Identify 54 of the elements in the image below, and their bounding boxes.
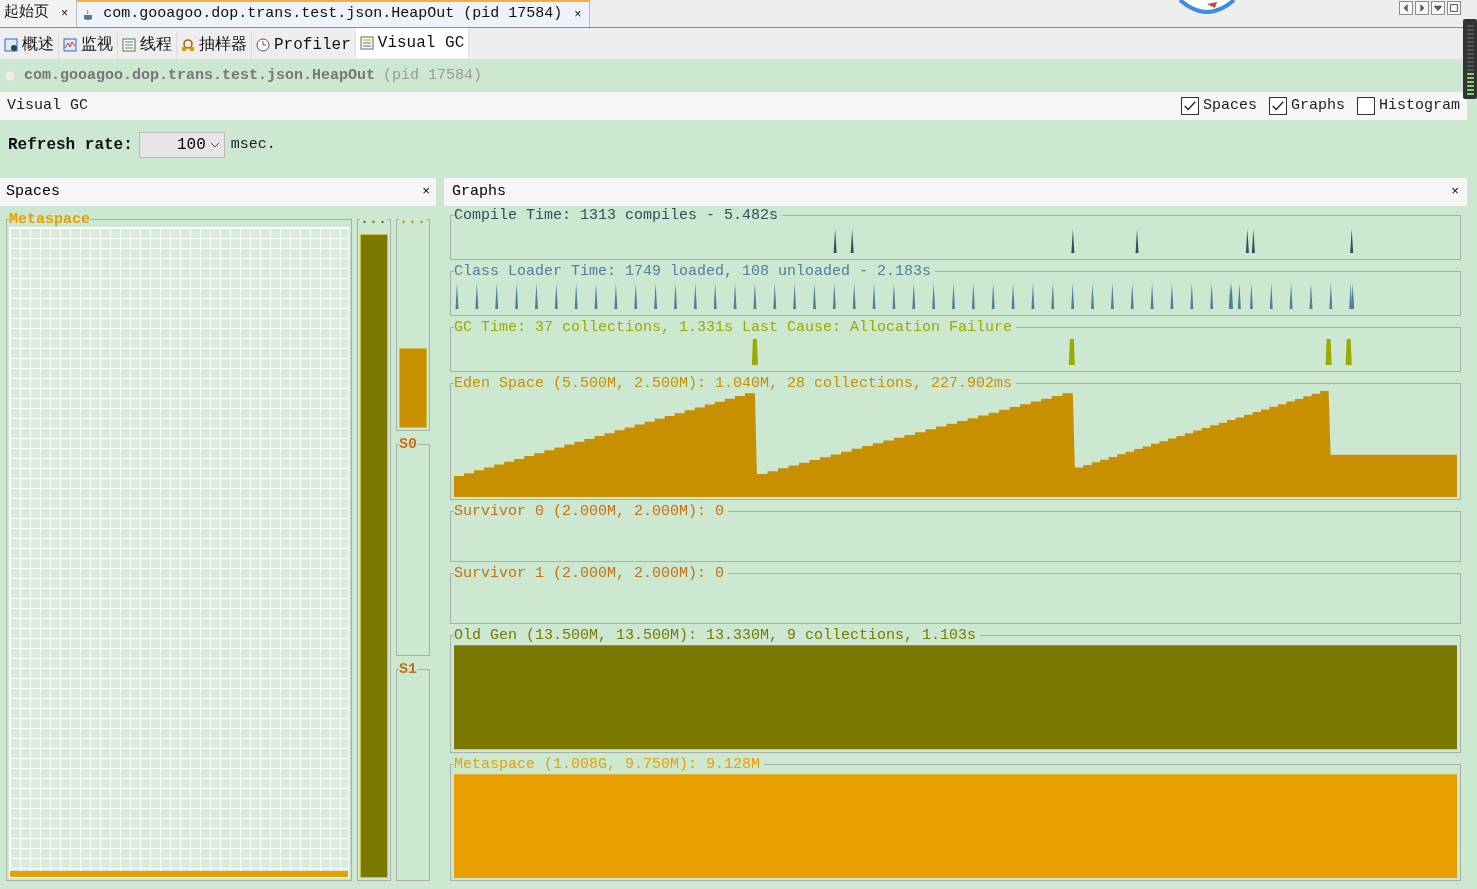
graph-title: Survivor 1 (2.000M, 2.000M): 0 [454,566,726,582]
dropdown-icon[interactable] [1431,1,1445,15]
option-checkbox[interactable]: Histogram [1357,94,1460,118]
close-icon[interactable]: × [570,5,586,24]
refresh-rate-select[interactable]: 100 [138,132,225,158]
check-icon [1182,99,1197,113]
space-label: S0 [399,437,417,452]
view-tab[interactable]: 抽样器 [177,31,252,59]
close-icon[interactable]: × [422,182,430,202]
status-circle-icon [4,70,16,82]
close-icon[interactable]: × [57,4,73,23]
view-tab[interactable]: Profiler [252,31,356,59]
tab-label: com.gooagoo.dop.trans.test.json.HeapOut (pid 17584) [103,4,563,25]
graph-title: Metaspace (1.008G, 9.750M): 9.128M [454,756,762,772]
refresh-rate-label: Refresh rate: [8,135,133,156]
view-tab[interactable]: 线程 [118,31,177,59]
graph-title: GC Time: 37 collections, 1.331s Last Cause: Allocation Failure [454,320,1014,335]
close-icon[interactable]: × [1451,182,1459,202]
scroll-right-icon[interactable] [1415,1,1429,15]
info-icon [4,38,18,52]
panel-title: Graphs [452,181,506,202]
document-tab[interactable]: com.gooagoo.dop.trans.test.json.HeapOut (pid 17584) × [77,0,591,27]
graph-title: Survivor 0 (2.000M, 2.000M): 0 [454,504,726,520]
option-checkbox[interactable]: Spaces [1180,94,1257,118]
memory-meter-icon [1463,16,1477,102]
space-label: ... [399,212,426,227]
toolbar-title: Visual GC [7,95,88,116]
option-checkbox[interactable]: Graphs [1268,94,1345,118]
view-tab[interactable]: 概述 [0,31,59,59]
check-icon [1270,99,1285,113]
graph-title: Eden Space (5.500M, 2.500M): 1.040M, 28 collections, 227.902ms [454,376,1014,391]
list-icon [122,38,136,52]
clock-icon [256,38,270,52]
process-name: com.gooagoo.dop.trans.test.json.HeapOut [24,65,376,86]
view-tab[interactable]: 监视 [59,31,118,59]
space-label: ... [360,212,387,227]
chevron-down-icon [209,140,220,150]
graph-title: Old Gen (13.500M, 13.500M): 13.330M, 9 collections, 1.103s [454,628,978,644]
graph-title: Class Loader Time: 1749 loaded, 108 unloaded - 2.183s [454,264,933,279]
scroll-left-icon[interactable] [1399,1,1413,15]
chart-list-icon [359,36,374,50]
logo-icon [1176,0,1238,14]
process-pid: (pid 17584) [383,65,483,86]
panel-title: Spaces [6,181,60,202]
graph-title: Compile Time: 1313 compiles - 5.482s [454,208,780,223]
chart-icon [63,38,77,52]
sampler-icon [181,38,195,52]
space-label: S1 [399,662,417,677]
view-tab[interactable]: Visual GC [355,28,470,58]
tab-label: 起始页 [4,3,49,24]
space-label: Metaspace [9,212,90,227]
maximize-icon[interactable] [1447,1,1461,15]
document-tab[interactable]: 起始页 × [0,0,78,27]
refresh-rate-unit: msec. [230,134,276,155]
